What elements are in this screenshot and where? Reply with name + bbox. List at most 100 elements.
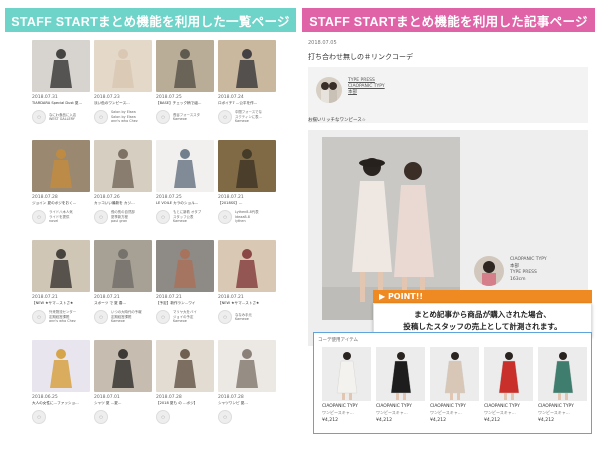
article-card-title[interactable]: 【BASE】チェック柄で組… bbox=[156, 101, 214, 106]
staff-brand[interactable]: CIAOPANIC TYPY bbox=[510, 257, 547, 264]
item-name: ワンピースキャ… bbox=[322, 410, 354, 415]
shop-logo-icon: ◯ bbox=[32, 210, 46, 224]
article-card-date: 2018.07.25 bbox=[156, 95, 182, 100]
item-price: ¥4,212 bbox=[538, 418, 555, 423]
item-brand: CIAOPANIC TYPY bbox=[322, 404, 358, 409]
shop-logo-icon: ◯ bbox=[218, 410, 232, 424]
article-card[interactable]: 2018.06.25 大人の女性に…ファッショ… ◯ bbox=[32, 340, 90, 425]
article-card[interactable]: 2018.07.28 【2018 夏も の …ポジ】 ◯ bbox=[156, 340, 214, 425]
item-card[interactable]: CIAOPANIC TYPY ワンピースキャ… ¥4,212 bbox=[484, 347, 533, 423]
shop-line: paul gran bbox=[111, 219, 128, 224]
article-card-shop: ◯ bbox=[32, 409, 90, 425]
item-image[interactable] bbox=[484, 347, 533, 401]
article-page-banner-text: STAFF STARTまとめ機能を利用した記事ページ bbox=[309, 14, 588, 29]
article-card-title[interactable]: 【NEW ★サマ…ストさ★ bbox=[32, 301, 90, 306]
article-card[interactable]: 2018.07.28 シャツワンピ 夏… ◯ bbox=[218, 340, 276, 425]
article-card-title[interactable]: カッコいい最新を カジ… bbox=[94, 201, 152, 206]
item-image[interactable] bbox=[538, 347, 587, 401]
item-image[interactable] bbox=[430, 347, 479, 401]
article-card[interactable]: 2018.07.21 スポーツ で 夏 春… ◯ いつの大時代の予報 定期経営課題 Kam… bbox=[94, 240, 152, 325]
article-card[interactable]: 2018.07.26 カッコいい最新を カジ… ◯ 飛の別の自然部 夏季新方程 paul … bbox=[94, 140, 152, 225]
article-thumbnail[interactable] bbox=[94, 340, 152, 392]
article-thumbnail[interactable] bbox=[218, 40, 276, 92]
shop-logo-icon: ◯ bbox=[156, 310, 170, 324]
article-thumbnail[interactable] bbox=[156, 140, 214, 192]
article-thumbnail[interactable] bbox=[94, 40, 152, 92]
article-card[interactable]: 2018.07.25 【BASE】チェック柄で組… ◯ 長谷フォーススタ Kameoe bbox=[156, 40, 214, 125]
article-card[interactable]: 2018.07.21 【2018SS】… ◯ Lythen8-8代表 Ideaa8-8 l… bbox=[218, 140, 276, 225]
article-card-title[interactable]: 【予定】新作ラン…ワイ bbox=[156, 301, 214, 306]
article-card[interactable]: 2018.07.21 【NEW ★サマ…ストさ★ ◯ 外来物流センター 定期経営課題 an… bbox=[32, 240, 90, 325]
article-card[interactable]: 2018.07.21 【NEW ★サマ…ストさ★ ◯ ななみ手元 Kameoe bbox=[218, 240, 276, 325]
item-card[interactable]: CIAOPANIC TYPY ワンピースキャ… ¥4,212 bbox=[376, 347, 425, 423]
article-thumbnail[interactable] bbox=[156, 40, 214, 92]
article-card-title[interactable]: ジョイン 夏のポジをおく… bbox=[32, 201, 90, 206]
item-card[interactable]: CIAOPANIC TYPY ワンピースキャ… ¥4,212 bbox=[322, 347, 371, 423]
article-card-date: 2018.07.21 bbox=[32, 295, 58, 300]
article-card-title[interactable]: シャツワンピ 夏… bbox=[218, 401, 276, 406]
article-card[interactable]: 2018.07.24 ロボイチ7 …公平を作… ◯ 中間フォースでな スクティンに表… K… bbox=[218, 40, 276, 125]
point-line-1: まとめ記事から商品が購入された場合、 bbox=[414, 310, 551, 319]
article-card[interactable]: 2018.07.31 TIARDARA Special Dust 夏… ◯ なにわ食品… bbox=[32, 40, 90, 125]
list-page-banner: STAFF STARTまとめ機能を利用した一覧ページ bbox=[5, 8, 296, 32]
article-thumbnail[interactable] bbox=[94, 240, 152, 292]
staff-info: CIAOPANIC TYPY 本部 TYPE PRESS 163cm bbox=[510, 257, 547, 283]
author-avatar[interactable] bbox=[316, 77, 342, 103]
coordinate-items: コーデ使用アイテム CIAOPANIC TYPY ワンピースキャ… ¥4,212 CI… bbox=[313, 332, 592, 434]
item-name: ワンピースキャ… bbox=[538, 410, 570, 415]
shop-logo-icon: ◯ bbox=[94, 210, 108, 224]
article-thumbnail[interactable] bbox=[32, 140, 90, 192]
article-card-title[interactable]: 【2018SS】… bbox=[218, 201, 276, 206]
article-card-title[interactable]: ロボイチ7 …公平を作… bbox=[218, 101, 276, 106]
article-card-title[interactable]: 大人の女性に…ファッショ… bbox=[32, 401, 90, 406]
article-card-title[interactable]: 淡い色のワンピース… bbox=[94, 101, 152, 106]
article-card-shop: ◯ マリヤ大をバイ ジョイの予定 Kameoe bbox=[156, 309, 214, 325]
article-thumbnail[interactable] bbox=[32, 240, 90, 292]
article-card[interactable]: 2018.07.01 シャツ 夏 …夏… ◯ bbox=[94, 340, 152, 425]
shop-logo-icon: ◯ bbox=[32, 410, 46, 424]
shop-logo-icon: ◯ bbox=[32, 110, 46, 124]
article-card-date: 2018.07.21 bbox=[218, 295, 244, 300]
article-thumbnail[interactable] bbox=[218, 240, 276, 292]
item-price: ¥4,212 bbox=[376, 418, 393, 423]
article-card-title[interactable]: 【NEW ★サマ…ストさ★ bbox=[218, 301, 276, 306]
article-thumbnail[interactable] bbox=[32, 340, 90, 392]
article-page-banner: STAFF STARTまとめ機能を利用した記事ページ bbox=[302, 8, 595, 32]
shop-logo-icon: ◯ bbox=[156, 210, 170, 224]
article-thumbnail[interactable] bbox=[32, 40, 90, 92]
staff-height: 163cm bbox=[510, 276, 526, 282]
article-title: 打ち合わせ無しの＃リンクコーデ bbox=[308, 53, 413, 61]
article-card-title[interactable]: 【2018 夏も の …ポジ】 bbox=[156, 401, 214, 406]
article-card-title[interactable]: スポーツ で 夏 春… bbox=[94, 301, 152, 306]
article-thumbnail[interactable] bbox=[156, 240, 214, 292]
shop-line: Kameoe bbox=[173, 219, 187, 224]
article-card-date: 2018.07.21 bbox=[218, 195, 244, 200]
article-card[interactable]: 2018.07.28 ジョイン 夏のポジをおく… ◯ ライド八木人気 ライドを提供 nov… bbox=[32, 140, 90, 225]
staff-avatar[interactable] bbox=[474, 256, 504, 286]
article-card[interactable]: 2018.07.25 LE VOILE カラのショル… ◯ もとに新着 オタブ スタッフ… bbox=[156, 140, 214, 225]
shop-line: ann's who Chez bbox=[111, 119, 138, 124]
article-card-shop: ◯ ななみ手元 Kameoe bbox=[218, 309, 276, 325]
item-name: ワンピースキャ… bbox=[376, 410, 408, 415]
article-card-shop: ◯ いつの大時代の予報 定期経営課題 Kameoe bbox=[94, 309, 152, 325]
article-card[interactable]: 2018.07.21 【予定】新作ラン…ワイ ◯ マリヤ大をバイ ジョイの予定 Kameo… bbox=[156, 240, 214, 325]
shop-line: Kameoe bbox=[235, 317, 249, 321]
item-image[interactable] bbox=[376, 347, 425, 401]
article-thumbnail[interactable] bbox=[218, 340, 276, 392]
article-card-shop: ◯ Lythen8-8代表 Ideaa8-8 lythen bbox=[218, 209, 276, 225]
shop-line: Kameoe bbox=[111, 319, 125, 324]
article-thumbnail[interactable] bbox=[156, 340, 214, 392]
shop-line: WEST GALLERY bbox=[49, 117, 75, 121]
item-card[interactable]: CIAOPANIC TYPY ワンピースキャ… ¥4,212 bbox=[430, 347, 479, 423]
article-card-title[interactable]: シャツ 夏 …夏… bbox=[94, 401, 152, 406]
article-card-title[interactable]: TIARDARA Special Dust 夏… bbox=[32, 101, 90, 106]
article-card-shop: ◯ 中間フォースでな スクティンに表… Kameoe bbox=[218, 109, 276, 125]
item-image[interactable] bbox=[322, 347, 371, 401]
author-link-store[interactable]: 本部 bbox=[348, 90, 385, 96]
article-thumbnail[interactable] bbox=[218, 140, 276, 192]
article-card-shop: ◯ ライド八木人気 ライドを提供 novel bbox=[32, 209, 90, 225]
article-thumbnail[interactable] bbox=[94, 140, 152, 192]
article-card-title[interactable]: LE VOILE カラのショル… bbox=[156, 201, 214, 206]
article-card[interactable]: 2018.07.23 淡い色のワンピース… ◯ Salon by Elsea Salon… bbox=[94, 40, 152, 125]
item-card[interactable]: CIAOPANIC TYPY ワンピースキャ… ¥4,212 bbox=[538, 347, 587, 423]
